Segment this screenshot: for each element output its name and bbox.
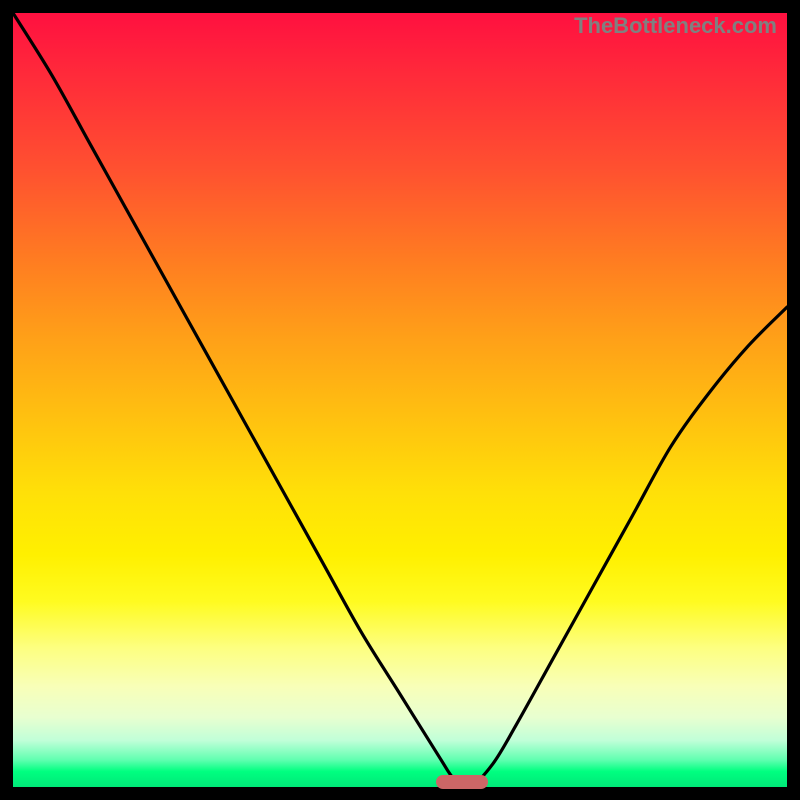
plot-area: TheBottleneck.com bbox=[13, 13, 787, 787]
bottleneck-curve bbox=[13, 13, 787, 787]
chart-container: TheBottleneck.com bbox=[0, 0, 800, 800]
optimal-range-marker bbox=[436, 775, 488, 789]
